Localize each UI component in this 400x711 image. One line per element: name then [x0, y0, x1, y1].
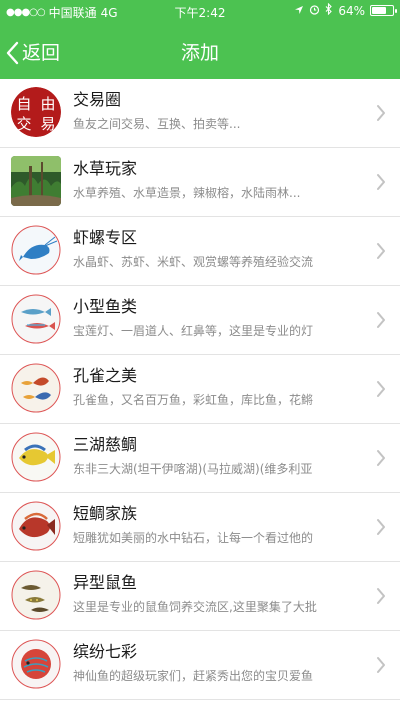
group-title: 交易圈	[73, 90, 122, 109]
group-title: 缤纷七彩	[73, 642, 138, 661]
group-description: 水晶虾、苏虾、米虾、观赏螺等养殖经验交流	[73, 255, 314, 269]
group-description: 鱼友之间交易、互换、拍卖等...	[73, 117, 241, 131]
logo-char: 易	[40, 115, 55, 133]
list-item[interactable]: 水草玩家 水草养殖、水草造景，辣椒榕，水陆雨林...	[0, 148, 400, 217]
group-description: 这里是专业的鼠鱼饲养交流区,这里聚集了大批	[73, 600, 317, 614]
cichlid-photo-icon	[11, 432, 61, 482]
alarm-clock-icon	[309, 4, 320, 18]
group-description: 孔雀鱼，又名百万鱼，彩虹鱼，库比鱼，花鳉	[73, 393, 314, 407]
chevron-right-icon	[376, 104, 386, 126]
chevron-right-icon	[376, 449, 386, 471]
group-list: 自 由 交 易 交易圈 鱼友之间交易、互换、拍卖等... 水草玩家 水草养殖、水…	[0, 79, 400, 700]
logo-char: 交	[16, 115, 31, 133]
group-title: 虾螺专区	[73, 228, 138, 247]
chevron-right-icon	[376, 380, 386, 402]
group-title: 水草玩家	[73, 159, 138, 178]
group-title: 三湖慈鲷	[73, 435, 138, 454]
small-fish-photo-icon	[11, 294, 61, 344]
group-title: 异型鼠鱼	[73, 573, 138, 592]
group-description: 水草养殖、水草造景，辣椒榕，水陆雨林...	[73, 186, 301, 200]
group-description: 神仙鱼的超级玩家们，赶紧秀出您的宝贝爱鱼	[73, 669, 314, 683]
nav-bar: 返回 添加	[0, 30, 400, 78]
status-right: 64%	[294, 2, 397, 18]
list-item[interactable]: 小型鱼类 宝莲灯、一眉道人、红鼻等，这里是专业的灯	[0, 286, 400, 355]
chevron-right-icon	[376, 242, 386, 264]
dwarf-cichlid-photo-icon	[11, 501, 61, 551]
aquascape-photo-icon	[11, 156, 61, 206]
group-description: 短雕犹如美丽的水中钻石，让每一个看过他的	[73, 531, 314, 545]
logo-char: 由	[40, 95, 55, 113]
battery-level	[372, 7, 387, 14]
chevron-right-icon	[376, 311, 386, 333]
list-item[interactable]: 虾螺专区 水晶虾、苏虾、米虾、观赏螺等养殖经验交流	[0, 217, 400, 286]
free-trade-logo-icon: 自 由 交 易	[11, 87, 61, 137]
status-bar: ●●●○○ 中国联通 4G 下午2:42 64%	[0, 0, 400, 22]
battery-percent: 64%	[338, 3, 365, 18]
group-description: 东非三大湖(坦干伊喀湖)(马拉威湖)(维多利亚	[73, 462, 313, 476]
group-title: 孔雀之美	[73, 366, 138, 385]
discus-photo-icon	[11, 639, 61, 689]
list-item[interactable]: 自 由 交 易 交易圈 鱼友之间交易、互换、拍卖等...	[0, 79, 400, 148]
list-item[interactable]: 缤纷七彩 神仙鱼的超级玩家们，赶紧秀出您的宝贝爱鱼	[0, 631, 400, 700]
group-title: 小型鱼类	[73, 297, 138, 316]
list-item[interactable]: 异型鼠鱼 这里是专业的鼠鱼饲养交流区,这里聚集了大批	[0, 562, 400, 631]
list-item[interactable]: 三湖慈鲷 东非三大湖(坦干伊喀湖)(马拉威湖)(维多利亚	[0, 424, 400, 493]
guppy-photo-icon	[11, 363, 61, 413]
page-title: 添加	[180, 42, 219, 64]
chevron-right-icon	[376, 587, 386, 609]
chevron-right-icon	[376, 656, 386, 678]
logo-char: 自	[16, 95, 31, 113]
catfish-photo-icon	[11, 570, 61, 620]
group-description: 宝莲灯、一眉道人、红鼻等，这里是专业的灯	[73, 324, 314, 338]
list-item[interactable]: 短鲷家族 短雕犹如美丽的水中钻石，让每一个看过他的	[0, 493, 400, 562]
group-title: 短鲷家族	[73, 504, 138, 523]
app-header: ●●●○○ 中国联通 4G 下午2:42 64% 返回 添加	[0, 0, 400, 79]
chevron-right-icon	[376, 173, 386, 195]
list-item[interactable]: 孔雀之美 孔雀鱼，又名百万鱼，彩虹鱼，库比鱼，花鳉	[0, 355, 400, 424]
location-arrow-icon	[294, 4, 304, 18]
chevron-right-icon	[376, 518, 386, 540]
shrimp-photo-icon	[11, 225, 61, 275]
battery-icon	[370, 5, 397, 16]
bluetooth-icon	[325, 2, 333, 18]
